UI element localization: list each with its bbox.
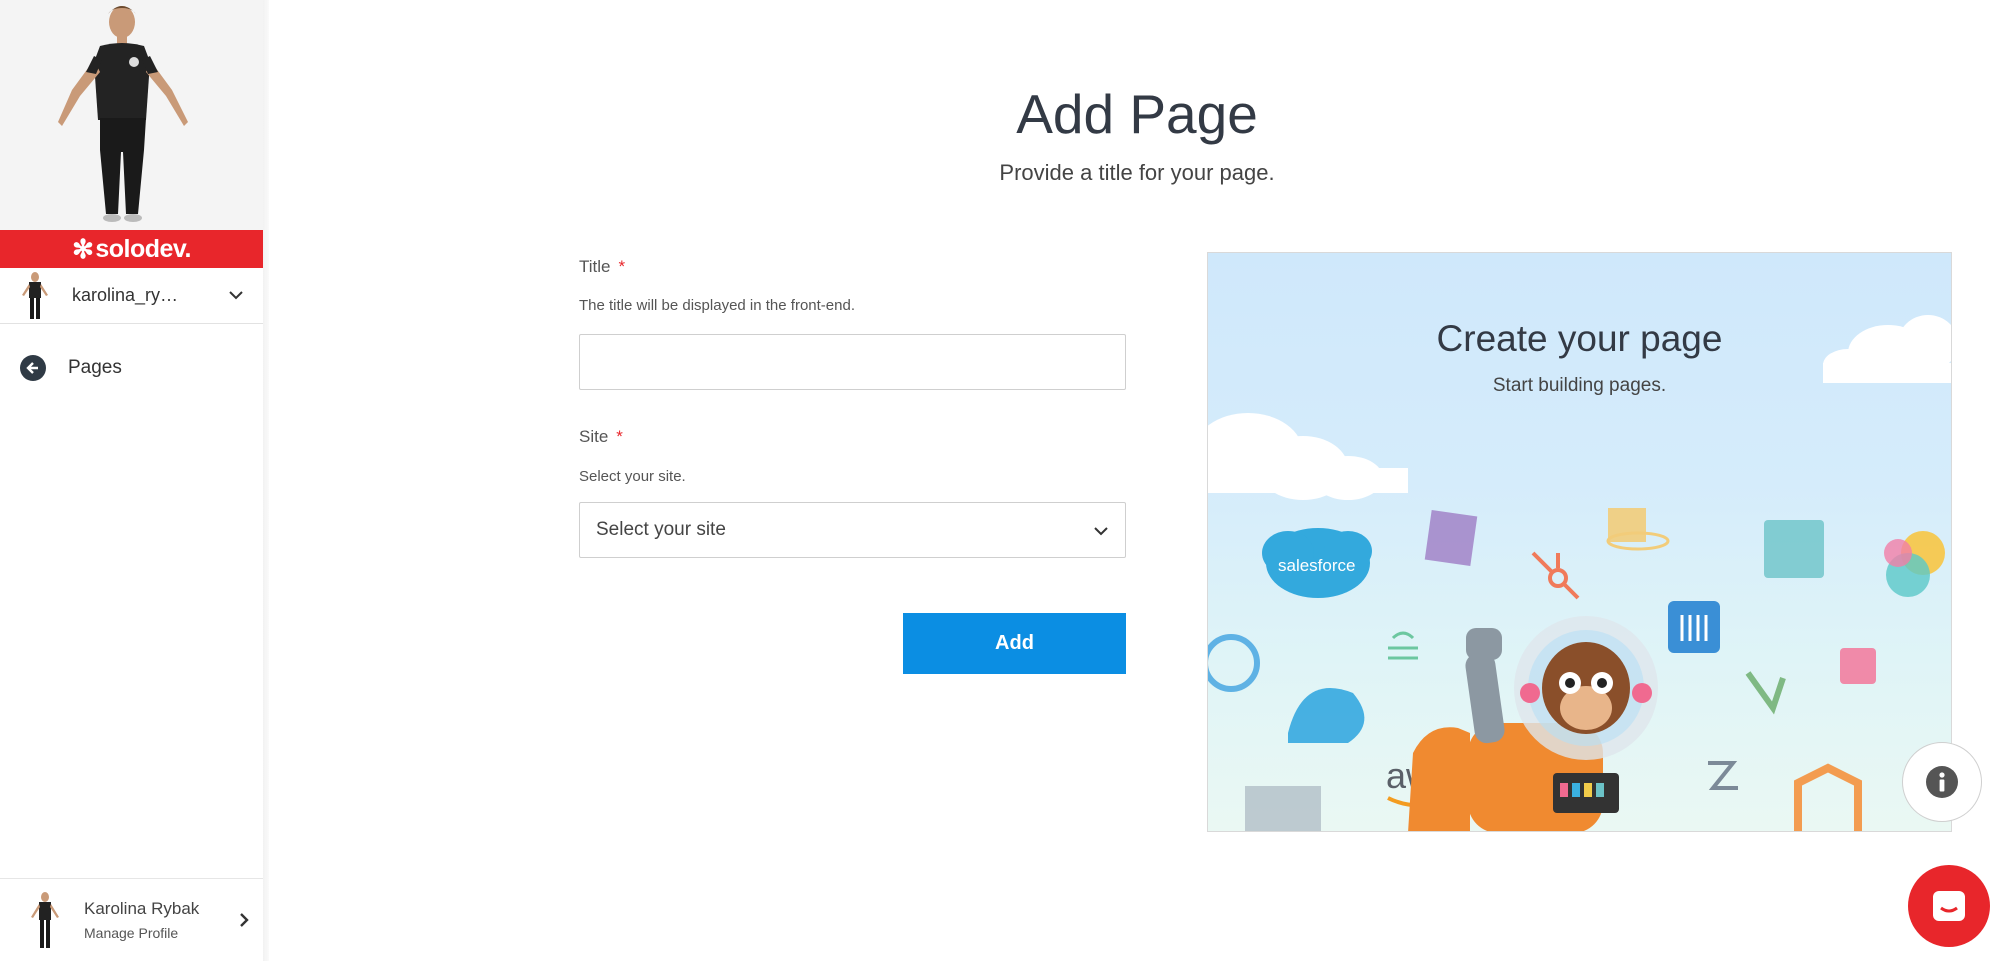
- profile-text: Karolina Rybak Manage Profile: [84, 899, 199, 941]
- illustration-card: aws salesforce Create your page Star: [1207, 252, 1952, 832]
- site-select-value: Select your site: [596, 519, 726, 540]
- profile-menu[interactable]: Karolina Rybak Manage Profile: [0, 878, 263, 961]
- site-label-text: Site: [579, 427, 609, 446]
- title-field-label: Title *: [579, 257, 625, 277]
- required-marker: *: [616, 427, 623, 446]
- account-selector[interactable]: karolina_ry…: [0, 268, 263, 324]
- brand-name: solodev.: [95, 234, 191, 263]
- info-icon: [1926, 766, 1958, 798]
- site-field-label: Site *: [579, 427, 623, 447]
- account-avatar: [22, 271, 48, 319]
- page-subtitle: Provide a title for your page.: [999, 160, 1275, 185]
- required-marker: *: [618, 257, 626, 276]
- chevron-right-icon: [240, 913, 249, 927]
- chevron-down-icon: [1094, 527, 1108, 536]
- title-label-text: Title: [579, 257, 611, 276]
- illustration-title: Create your page: [1436, 318, 1723, 359]
- manage-profile-label: Manage Profile: [84, 925, 179, 941]
- add-button[interactable]: Add: [903, 613, 1126, 674]
- back-to-pages-link[interactable]: Pages: [20, 355, 122, 381]
- info-button[interactable]: [1902, 742, 1982, 822]
- title-input[interactable]: [579, 334, 1126, 390]
- back-label: Pages: [68, 357, 122, 378]
- page-title: Add Page: [1016, 83, 1258, 145]
- svg-text:salesforce: salesforce: [1278, 556, 1355, 575]
- site-field-help: Select your site.: [579, 468, 686, 485]
- title-field-help: The title will be displayed in the front…: [579, 297, 855, 314]
- account-name: karolina_ry…: [72, 285, 179, 305]
- arrow-left-icon: [20, 355, 46, 381]
- profile-avatar: [31, 892, 59, 948]
- solodev-logo: ✻ solodev.: [0, 230, 263, 268]
- solodev-flower-icon: ✻: [72, 233, 94, 264]
- chevron-down-icon: [229, 291, 243, 300]
- chat-button[interactable]: [1908, 865, 1990, 947]
- chat-icon: [1933, 891, 1965, 921]
- profile-name: Karolina Rybak: [84, 899, 200, 918]
- illustration-subtitle: Start building pages.: [1492, 375, 1667, 396]
- site-select[interactable]: Select your site: [579, 502, 1126, 558]
